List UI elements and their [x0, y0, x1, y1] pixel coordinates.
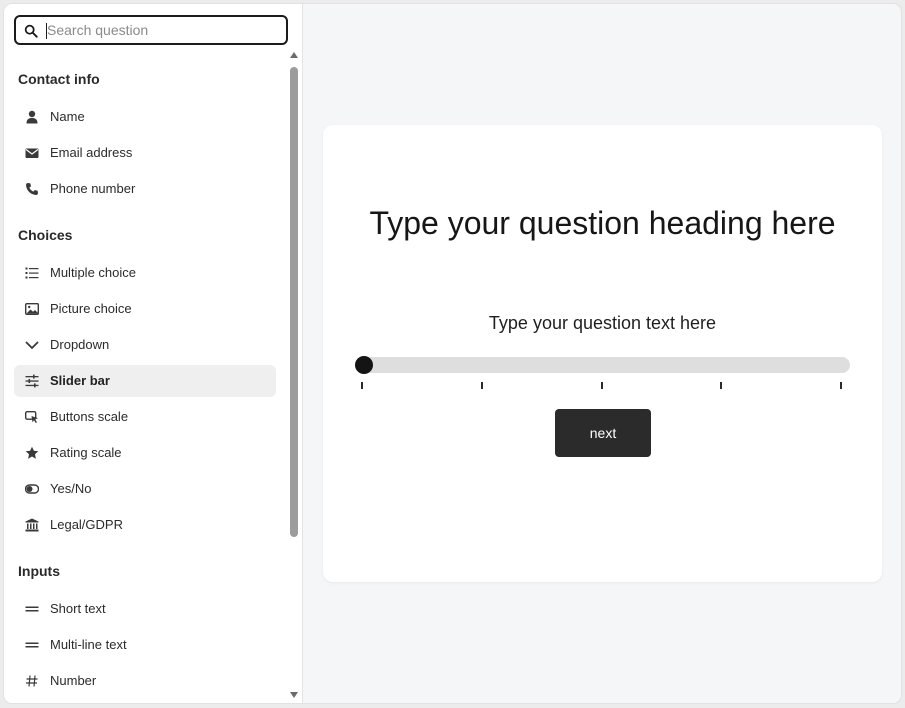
scrollbar-thumb[interactable]: [290, 67, 298, 537]
multiline-text-icon: [25, 642, 39, 648]
question-preview-card: Type your question heading here Type you…: [323, 125, 882, 582]
slider-handle[interactable]: [355, 356, 373, 374]
question-type-slider-bar[interactable]: Slider bar: [14, 365, 276, 397]
sliders-icon: [25, 374, 39, 388]
section-title-choices: Choices: [18, 227, 73, 243]
question-type-sidebar: Contact info Name Email address: [4, 4, 303, 703]
question-type-legal-gdpr[interactable]: Legal/GDPR: [14, 509, 276, 541]
short-text-icon: [25, 606, 39, 612]
image-icon: [25, 303, 39, 315]
scroll-up-arrow-icon[interactable]: [290, 52, 298, 58]
slider-tick: [361, 382, 363, 389]
question-type-label: Dropdown: [50, 337, 110, 352]
envelope-icon: [25, 148, 39, 158]
next-button[interactable]: next: [555, 409, 651, 457]
search-box[interactable]: [14, 15, 288, 45]
slider-tick: [601, 382, 603, 389]
text-caret: [46, 23, 47, 39]
hash-icon: [26, 675, 38, 687]
question-type-short-text[interactable]: Short text: [14, 593, 276, 625]
question-text[interactable]: Type your question text here: [323, 313, 882, 334]
question-type-label: Slider bar: [50, 373, 110, 388]
question-heading[interactable]: Type your question heading here: [363, 199, 842, 247]
question-type-label: Email address: [50, 145, 133, 160]
phone-icon: [26, 183, 38, 195]
question-type-picture-choice[interactable]: Picture choice: [14, 293, 276, 325]
bank-icon: [25, 518, 39, 532]
slider-track[interactable]: [356, 357, 850, 373]
question-type-number[interactable]: Number: [14, 665, 276, 697]
question-type-label: Yes/No: [50, 481, 92, 496]
app-window: Contact info Name Email address: [4, 4, 901, 703]
question-type-multiple-choice[interactable]: Multiple choice: [14, 257, 276, 289]
toggle-icon: [25, 484, 39, 494]
search-icon: [24, 24, 38, 38]
question-type-label: Phone number: [50, 181, 136, 196]
chevron-down-icon: [25, 341, 39, 349]
question-type-name[interactable]: Name: [14, 101, 276, 133]
cursor-click-icon: [25, 411, 38, 423]
question-type-buttons-scale[interactable]: Buttons scale: [14, 401, 276, 433]
question-type-label: Multiple choice: [50, 265, 136, 280]
question-type-email[interactable]: Email address: [14, 137, 276, 169]
question-type-phone[interactable]: Phone number: [14, 173, 276, 205]
question-type-label: Multi-line text: [50, 637, 127, 652]
slider-tick: [481, 382, 483, 389]
question-type-label: Legal/GDPR: [50, 517, 123, 532]
section-title-contact: Contact info: [18, 71, 100, 87]
question-type-dropdown[interactable]: Dropdown: [14, 329, 276, 361]
question-type-label: Rating scale: [50, 445, 122, 460]
question-type-label: Picture choice: [50, 301, 132, 316]
question-type-label: Number: [50, 673, 97, 688]
question-type-rating-scale[interactable]: Rating scale: [14, 437, 276, 469]
sidebar-scrollbar[interactable]: [288, 52, 300, 700]
question-type-yes-no[interactable]: Yes/No: [14, 473, 276, 505]
person-icon: [26, 110, 38, 124]
slider-tick: [720, 382, 722, 389]
star-icon: [25, 446, 39, 459]
scroll-down-arrow-icon[interactable]: [290, 692, 298, 698]
question-type-multi-line-text[interactable]: Multi-line text: [14, 629, 276, 661]
search-input[interactable]: [47, 21, 277, 39]
question-type-label: Name: [50, 109, 85, 124]
question-type-label: Short text: [50, 601, 106, 616]
slider-tick: [840, 382, 842, 389]
section-title-inputs: Inputs: [18, 563, 60, 579]
question-type-label: Buttons scale: [50, 409, 129, 424]
list-icon: [25, 267, 39, 279]
